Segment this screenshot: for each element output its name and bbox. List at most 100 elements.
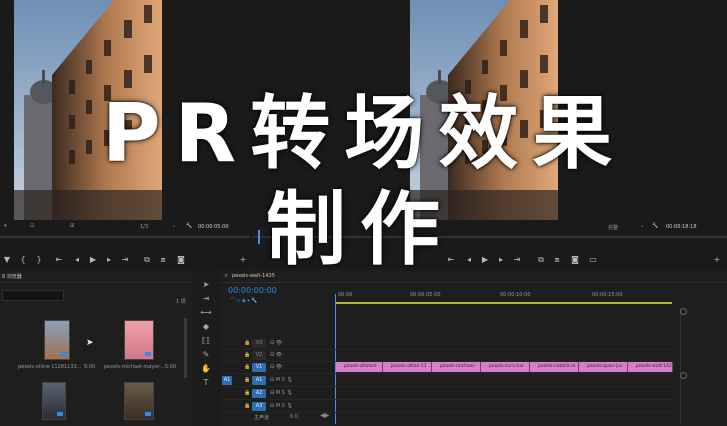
clip-label: pexels-ahmed- — [344, 364, 378, 369]
track-label-v1[interactable]: V1 — [252, 363, 266, 372]
hand-tool-icon[interactable]: ✋ — [200, 364, 212, 374]
lock-icon[interactable]: 🔒 — [244, 390, 250, 396]
scroll-handle-top[interactable] — [680, 308, 687, 315]
text-tool-icon[interactable]: T — [200, 378, 212, 388]
add-icon[interactable]: + — [712, 255, 722, 265]
track-select-tool-icon[interactable]: ⇥ — [200, 294, 212, 304]
media-name: pexels-olline-11281133... — [18, 364, 82, 370]
track-row-v3 — [222, 338, 672, 350]
lock-icon[interactable]: 🔒 — [244, 364, 250, 370]
step-back-icon[interactable]: ◂ — [72, 255, 82, 265]
media-duration: 5:00 — [165, 364, 177, 370]
add-icon[interactable]: + — [238, 255, 248, 265]
source-fraction: 1/3 — [140, 224, 149, 230]
mark-out-icon[interactable]: } — [34, 255, 44, 265]
video-badge-icon — [61, 352, 67, 356]
goto-out-icon[interactable]: ⇥ — [512, 255, 522, 265]
goto-out-icon[interactable]: ⇥ — [120, 255, 130, 265]
timeline-clip[interactable]: pexels-olline-11 — [383, 362, 432, 372]
clip-label: pexels-quan-jus — [587, 364, 623, 369]
program-playhead[interactable] — [258, 230, 260, 244]
chevron-down-icon[interactable]: ⌄ — [640, 223, 644, 229]
compare-icon[interactable]: ▭ — [588, 255, 598, 265]
ripple-tool-icon[interactable]: ⟷ — [200, 308, 212, 318]
slip-tool-icon[interactable]: ⟦⟧ — [200, 336, 212, 346]
insert-icon[interactable]: ⧉ — [142, 255, 152, 265]
chevron-down-icon[interactable]: ⌄ — [172, 223, 176, 229]
clip-label: pexels-zura-har — [489, 364, 524, 369]
scroll-handle-mid[interactable] — [680, 372, 687, 379]
lock-icon[interactable]: 🔒 — [244, 352, 250, 358]
pen-tool-icon[interactable]: ✎ — [200, 350, 212, 360]
master-track-value[interactable]: 0.0 — [290, 414, 298, 420]
eye-icon[interactable]: ⊟ 👁 — [270, 340, 282, 346]
mute-solo-controls[interactable]: ⊟ M S 🎙 — [270, 403, 293, 409]
quality-select[interactable]: 完整 — [608, 224, 618, 231]
add-marker-icon[interactable]: ▼ — [2, 255, 12, 265]
step-forward-icon[interactable]: ▸ — [496, 255, 506, 265]
lock-icon[interactable]: 🔒 — [244, 377, 250, 383]
goto-in-icon[interactable]: ⇤ — [54, 255, 64, 265]
track-row-v2 — [222, 350, 672, 362]
project-panel-title: 8 浏览器 — [2, 274, 22, 280]
clip-label: pexels-olline-11 — [391, 364, 427, 369]
lock-icon[interactable]: 🔒 — [244, 403, 250, 409]
track-label-v3[interactable]: V3 — [252, 339, 266, 348]
settings-icon[interactable]: ⊞ — [70, 223, 74, 229]
clip-label: pexels-natalia-m — [538, 364, 576, 369]
track-label-a2[interactable]: A2 — [252, 389, 266, 398]
extract-icon[interactable]: ⧈ — [552, 255, 562, 265]
timeline-clip[interactable]: pexels-natalia-m — [530, 362, 579, 372]
overwrite-icon[interactable]: ⧈ — [158, 255, 168, 265]
timeline-vertical-scrollbar[interactable] — [680, 308, 686, 424]
divider — [0, 282, 192, 283]
play-icon[interactable]: ▶ — [88, 255, 98, 265]
video-badge-icon — [145, 352, 151, 356]
lift-icon[interactable]: ⧉ — [536, 255, 546, 265]
mouse-cursor: ➤ — [86, 338, 94, 348]
ruler-label: 00:00:15:00 — [592, 292, 623, 298]
snap-icon[interactable]: ⌒ ∩ ◆ ▾ 🔧 — [230, 297, 258, 304]
wrench-icon[interactable]: 🔧 — [652, 223, 658, 229]
source-patch-a1[interactable]: A1 — [222, 376, 232, 385]
timeline-clip[interactable]: pexels-quan-jus — [579, 362, 628, 372]
source-timecode: 00:00:05:00 — [198, 224, 229, 230]
zoom-handle-bottom[interactable]: ◀▶ — [320, 412, 329, 419]
timeline-clip[interactable]: pexels-ahmed- — [336, 362, 383, 372]
lock-icon[interactable]: 🔒 — [244, 340, 250, 346]
program-timecode: 00:00:18:18 — [666, 224, 697, 230]
source-scrub-bar[interactable] — [0, 236, 250, 238]
arrow-tool-icon[interactable]: ➤ — [200, 280, 212, 290]
track-label-a1[interactable]: A1 — [252, 376, 266, 385]
timeline-timecode[interactable]: 00:00:00:00 — [228, 286, 277, 295]
media-name: pexels-michael-mayor-... — [104, 364, 166, 370]
mute-solo-controls[interactable]: ⊟ M S 🎙 — [270, 390, 293, 396]
divider — [220, 282, 727, 283]
project-scrollbar[interactable] — [184, 318, 187, 378]
track-label-v2[interactable]: V2 — [252, 351, 266, 360]
ruler-label: 00:00 — [338, 292, 353, 298]
camera-icon[interactable]: ◙ — [176, 255, 186, 265]
marker-icon[interactable]: ▾ — [4, 223, 7, 229]
step-back-icon[interactable]: ◂ — [464, 255, 474, 265]
work-area-bar[interactable] — [336, 302, 672, 304]
safe-margin-icon[interactable]: ⊡ — [30, 223, 34, 229]
search-input[interactable] — [2, 290, 64, 301]
camera-icon[interactable]: ◙ — [570, 255, 580, 265]
step-forward-icon[interactable]: ▸ — [104, 255, 114, 265]
timeline-clip[interactable]: pexels-michael- — [432, 362, 481, 372]
razor-tool-icon[interactable]: ◆ — [200, 322, 212, 332]
track-label-a3[interactable]: A3 — [252, 402, 266, 411]
timeline-clip[interactable]: pexels-walt-142 — [628, 362, 673, 372]
eye-icon[interactable]: ⊟ 👁 — [270, 364, 282, 370]
eye-icon[interactable]: ⊟ 👁 — [270, 352, 282, 358]
video-badge-icon — [57, 412, 63, 416]
timeline-clip[interactable]: pexels-zura-har — [481, 362, 530, 372]
play-icon[interactable]: ▶ — [480, 255, 490, 265]
ruler-label: 00:00:05:00 — [410, 292, 441, 298]
wrench-icon[interactable]: 🔧 — [186, 223, 192, 229]
ruler-label: 00:00:10:00 — [500, 292, 531, 298]
mark-in-icon[interactable]: { — [18, 255, 28, 265]
close-icon[interactable]: × — [224, 273, 228, 279]
mute-solo-controls[interactable]: ⊟ M S 🎙 — [270, 377, 293, 383]
